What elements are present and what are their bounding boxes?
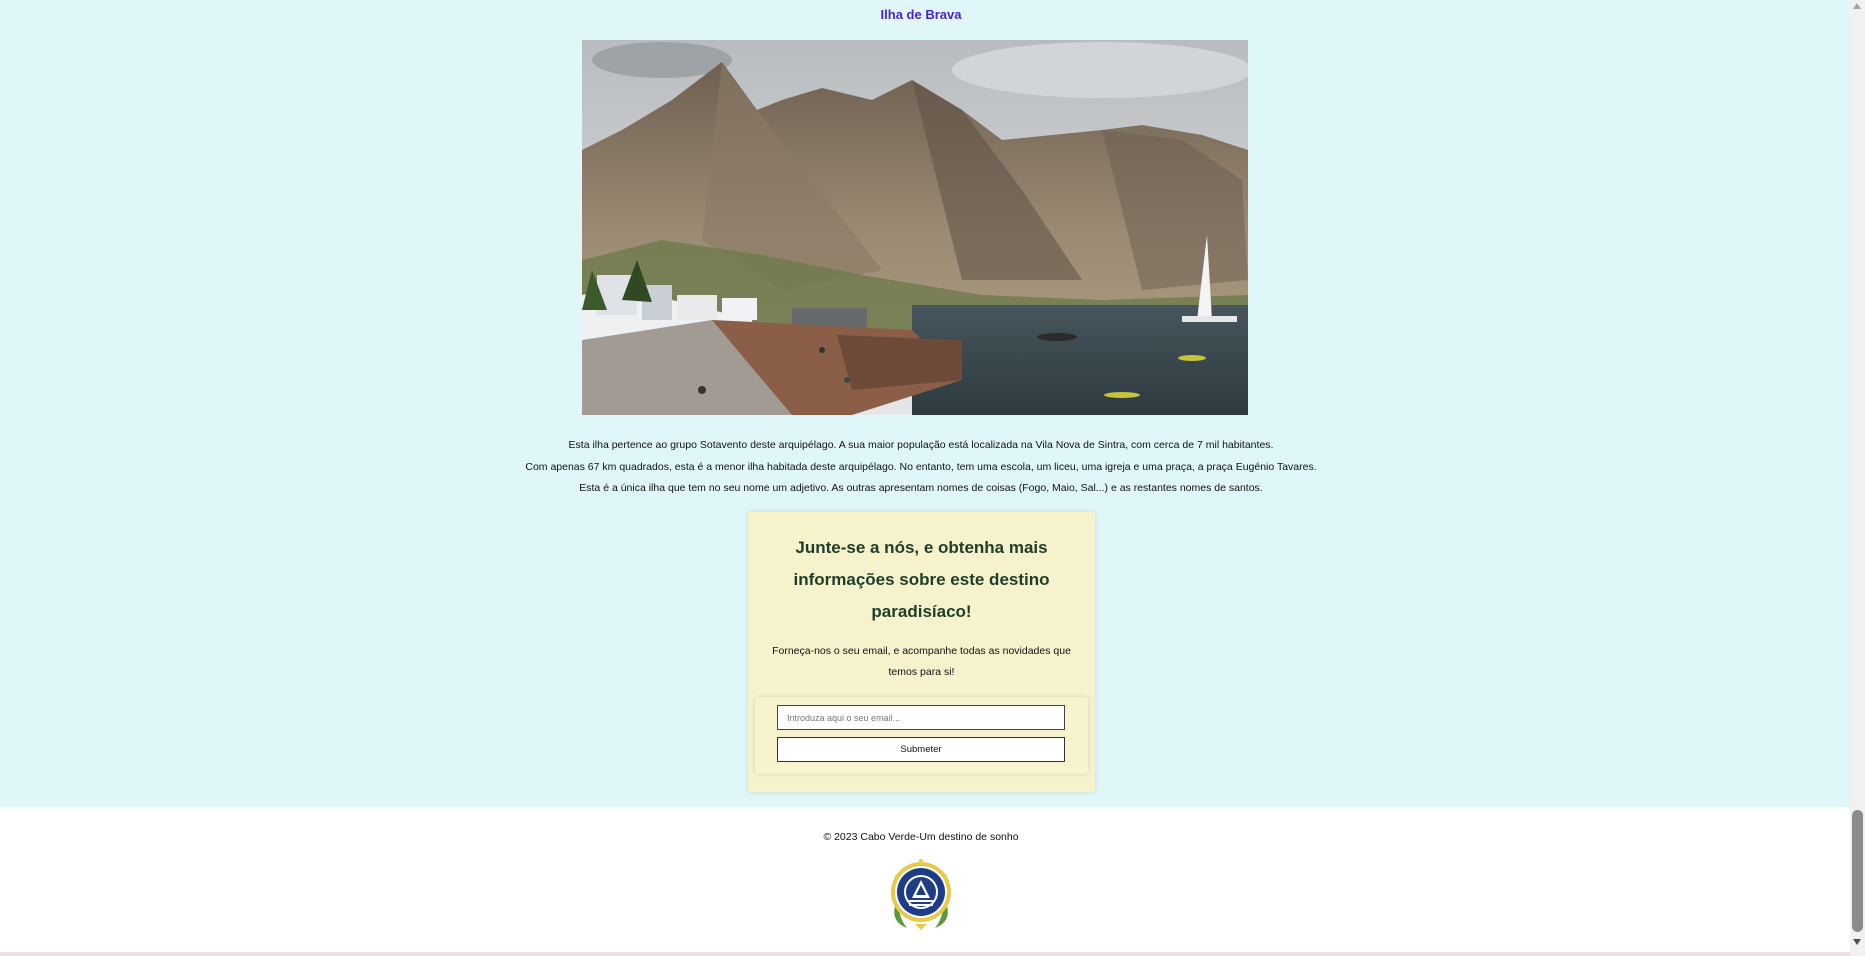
footer: © 2023 Cabo Verde-Um destino de sonho <box>0 807 1850 952</box>
island-photo <box>582 40 1248 415</box>
signup-title: Junte-se a nós, e obtenha mais informaçõ… <box>793 538 1050 621</box>
newsletter-signup-card: Junte-se a nós, e obtenha mais informaçõ… <box>748 512 1095 792</box>
description-paragraph: Com apenas 67 km quadrados, esta é a men… <box>525 460 1317 473</box>
copyright-text: © 2023 Cabo Verde-Um destino de sonho <box>823 831 1019 843</box>
vertical-scrollbar[interactable] <box>1850 0 1865 956</box>
signup-text: Forneça-nos o seu email, e acompanhe tod… <box>772 645 1071 678</box>
island-description: Esta ilha pertence ao grupo Sotavento de… <box>0 435 1842 500</box>
scroll-up-icon[interactable] <box>1853 3 1861 9</box>
main-content: Ilha de Brava Esta ilha pertence ao grup… <box>0 0 1850 807</box>
description-paragraph: Esta é a única ilha que tem no seu nome … <box>579 482 1263 494</box>
bottom-divider <box>0 952 1850 956</box>
page: Ilha de Brava Esta ilha pertence ao grup… <box>0 0 1850 956</box>
description-paragraph: Esta ilha pertence ao grupo Sotavento de… <box>568 439 1274 451</box>
scroll-down-icon[interactable] <box>1853 939 1861 945</box>
email-input[interactable] <box>777 705 1065 730</box>
island-title: Ilha de Brava <box>880 7 962 22</box>
scroll-thumb[interactable] <box>1852 810 1863 932</box>
signup-form: Submeter <box>755 697 1088 774</box>
coat-of-arms-icon <box>885 856 957 932</box>
submit-button[interactable]: Submeter <box>777 737 1065 762</box>
